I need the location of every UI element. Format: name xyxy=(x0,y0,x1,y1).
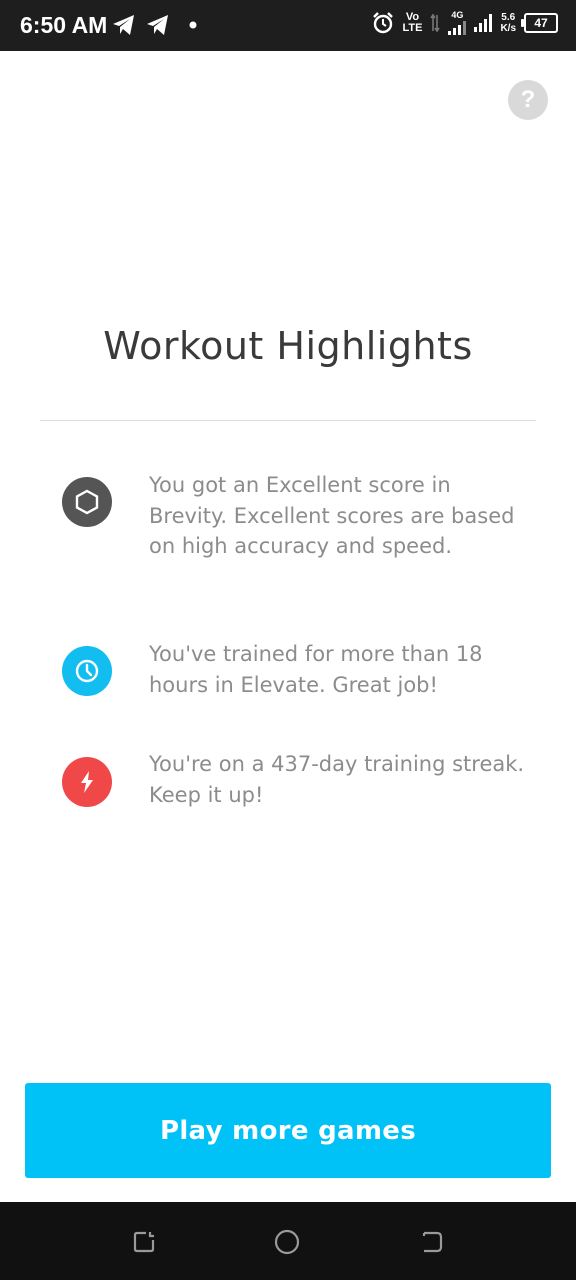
signal-icon xyxy=(474,13,493,32)
dot-icon xyxy=(189,21,197,29)
data-arrows-icon xyxy=(430,13,441,32)
highlight-text: You got an Excellent score in Brevity. E… xyxy=(149,473,515,558)
status-right: Vo LTE 4G 5.6 K/s 47 xyxy=(372,10,558,35)
back-button[interactable] xyxy=(419,1229,445,1255)
volte-bottom: LTE xyxy=(402,21,423,34)
home-button[interactable] xyxy=(274,1229,300,1255)
net-speed-unit: K/s xyxy=(500,22,516,34)
signal-icon xyxy=(448,21,467,35)
help-button[interactable]: ? xyxy=(508,80,548,120)
page-title: Workout Highlights xyxy=(103,324,473,368)
recents-button[interactable] xyxy=(131,1229,157,1255)
net-speed: 5.6 K/s xyxy=(500,12,516,34)
battery-level: 47 xyxy=(534,15,548,30)
back-icon xyxy=(422,1231,443,1253)
recents-icon xyxy=(133,1231,155,1253)
lightning-icon xyxy=(62,757,112,807)
status-bar: 6:50 AM Vo LTE 4G 5.6 K/s 47 xyxy=(0,0,576,51)
volte-indicator: Vo LTE xyxy=(402,10,423,34)
divider xyxy=(40,420,536,421)
highlight-text: You're on a 437-day training streak. Kee… xyxy=(149,752,525,807)
battery-icon: 47 xyxy=(521,12,558,33)
highlight-text: You've trained for more than 18 hours in… xyxy=(149,642,483,697)
hexagon-icon xyxy=(62,477,112,527)
status-time: 6:50 AM xyxy=(20,12,108,38)
telegram-icon xyxy=(113,15,134,35)
signal-4g: 4G xyxy=(448,10,467,35)
volte-top: Vo xyxy=(405,10,420,23)
alarm-icon xyxy=(373,11,394,33)
notification-icons xyxy=(112,14,200,36)
network-type: 4G xyxy=(451,10,464,20)
navigation-bar xyxy=(0,1202,576,1280)
telegram-icon xyxy=(147,15,168,35)
play-more-games-button[interactable]: Play more games xyxy=(25,1083,551,1178)
home-icon xyxy=(274,1229,300,1255)
net-speed-value: 5.6 xyxy=(501,11,516,23)
help-icon: ? xyxy=(520,86,536,113)
clock-icon xyxy=(62,646,112,696)
play-more-games-label: Play more games xyxy=(159,1115,417,1146)
